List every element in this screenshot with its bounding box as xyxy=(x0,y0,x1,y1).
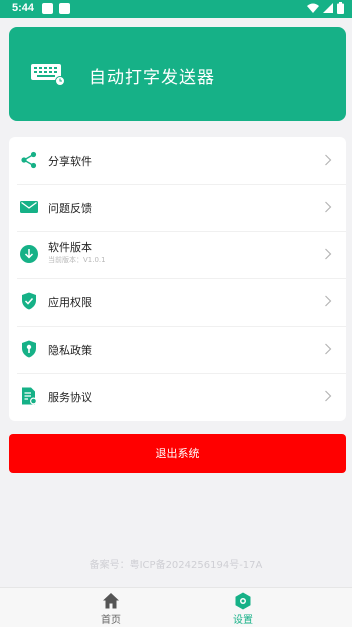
status-bar: 5:44 xyxy=(0,0,352,18)
settings-icon xyxy=(235,592,251,610)
notification-icon xyxy=(42,3,53,14)
app-title: 自动打字发送器 xyxy=(89,68,215,88)
settings-menu: 分享软件 问题反馈 软件版本 当前版本：V1.0.1 应用权限 隐私政策 服务协… xyxy=(9,137,346,421)
menu-item-label: 服务协议 xyxy=(48,391,92,404)
shield-key-icon xyxy=(22,340,36,358)
chevron-right-icon xyxy=(325,343,332,355)
menu-item-label: 分享软件 xyxy=(48,155,92,168)
wifi-icon xyxy=(307,3,319,13)
icp-record-text: 备案号：粤ICP备2024256194号-17A xyxy=(89,560,263,571)
download-icon xyxy=(20,245,38,263)
app-header-card: 自动打字发送器 xyxy=(9,27,346,121)
battery-icon xyxy=(337,2,344,14)
mail-icon xyxy=(20,201,38,213)
menu-item-label: 软件版本 xyxy=(48,241,92,254)
menu-item-feedback[interactable]: 问题反馈 xyxy=(9,184,346,231)
menu-item-privacy[interactable]: 隐私政策 xyxy=(9,326,346,373)
menu-item-label: 问题反馈 xyxy=(48,202,92,215)
chevron-right-icon xyxy=(325,390,332,402)
status-time: 5:44 xyxy=(12,2,35,14)
menu-item-label: 应用权限 xyxy=(48,296,92,309)
tab-settings-label: 设置 xyxy=(233,615,253,626)
menu-item-version[interactable]: 软件版本 当前版本：V1.0.1 xyxy=(9,231,346,278)
tab-home-label: 首页 xyxy=(101,615,121,626)
home-icon xyxy=(103,593,119,609)
chevron-right-icon xyxy=(325,248,332,260)
menu-item-label: 隐私政策 xyxy=(48,344,92,357)
signal-icon xyxy=(323,3,333,13)
chevron-right-icon xyxy=(325,295,332,307)
keyboard-icon xyxy=(31,64,65,86)
version-subtitle: 当前版本：V1.0.1 xyxy=(48,256,106,264)
document-icon xyxy=(22,387,37,405)
menu-item-permissions[interactable]: 应用权限 xyxy=(9,278,346,325)
share-icon xyxy=(21,151,37,169)
chevron-right-icon xyxy=(325,154,332,166)
notification-icon xyxy=(59,3,70,14)
menu-item-terms[interactable]: 服务协议 xyxy=(9,373,346,420)
tab-settings[interactable]: 设置 xyxy=(213,592,273,626)
logout-button[interactable]: 退出系统 xyxy=(9,434,346,473)
chevron-right-icon xyxy=(325,201,332,213)
bottom-tab-bar: 首页 设置 xyxy=(0,587,352,627)
tab-home[interactable]: 首页 xyxy=(81,592,141,626)
shield-check-icon xyxy=(22,292,36,310)
menu-item-share[interactable]: 分享软件 xyxy=(9,137,346,184)
